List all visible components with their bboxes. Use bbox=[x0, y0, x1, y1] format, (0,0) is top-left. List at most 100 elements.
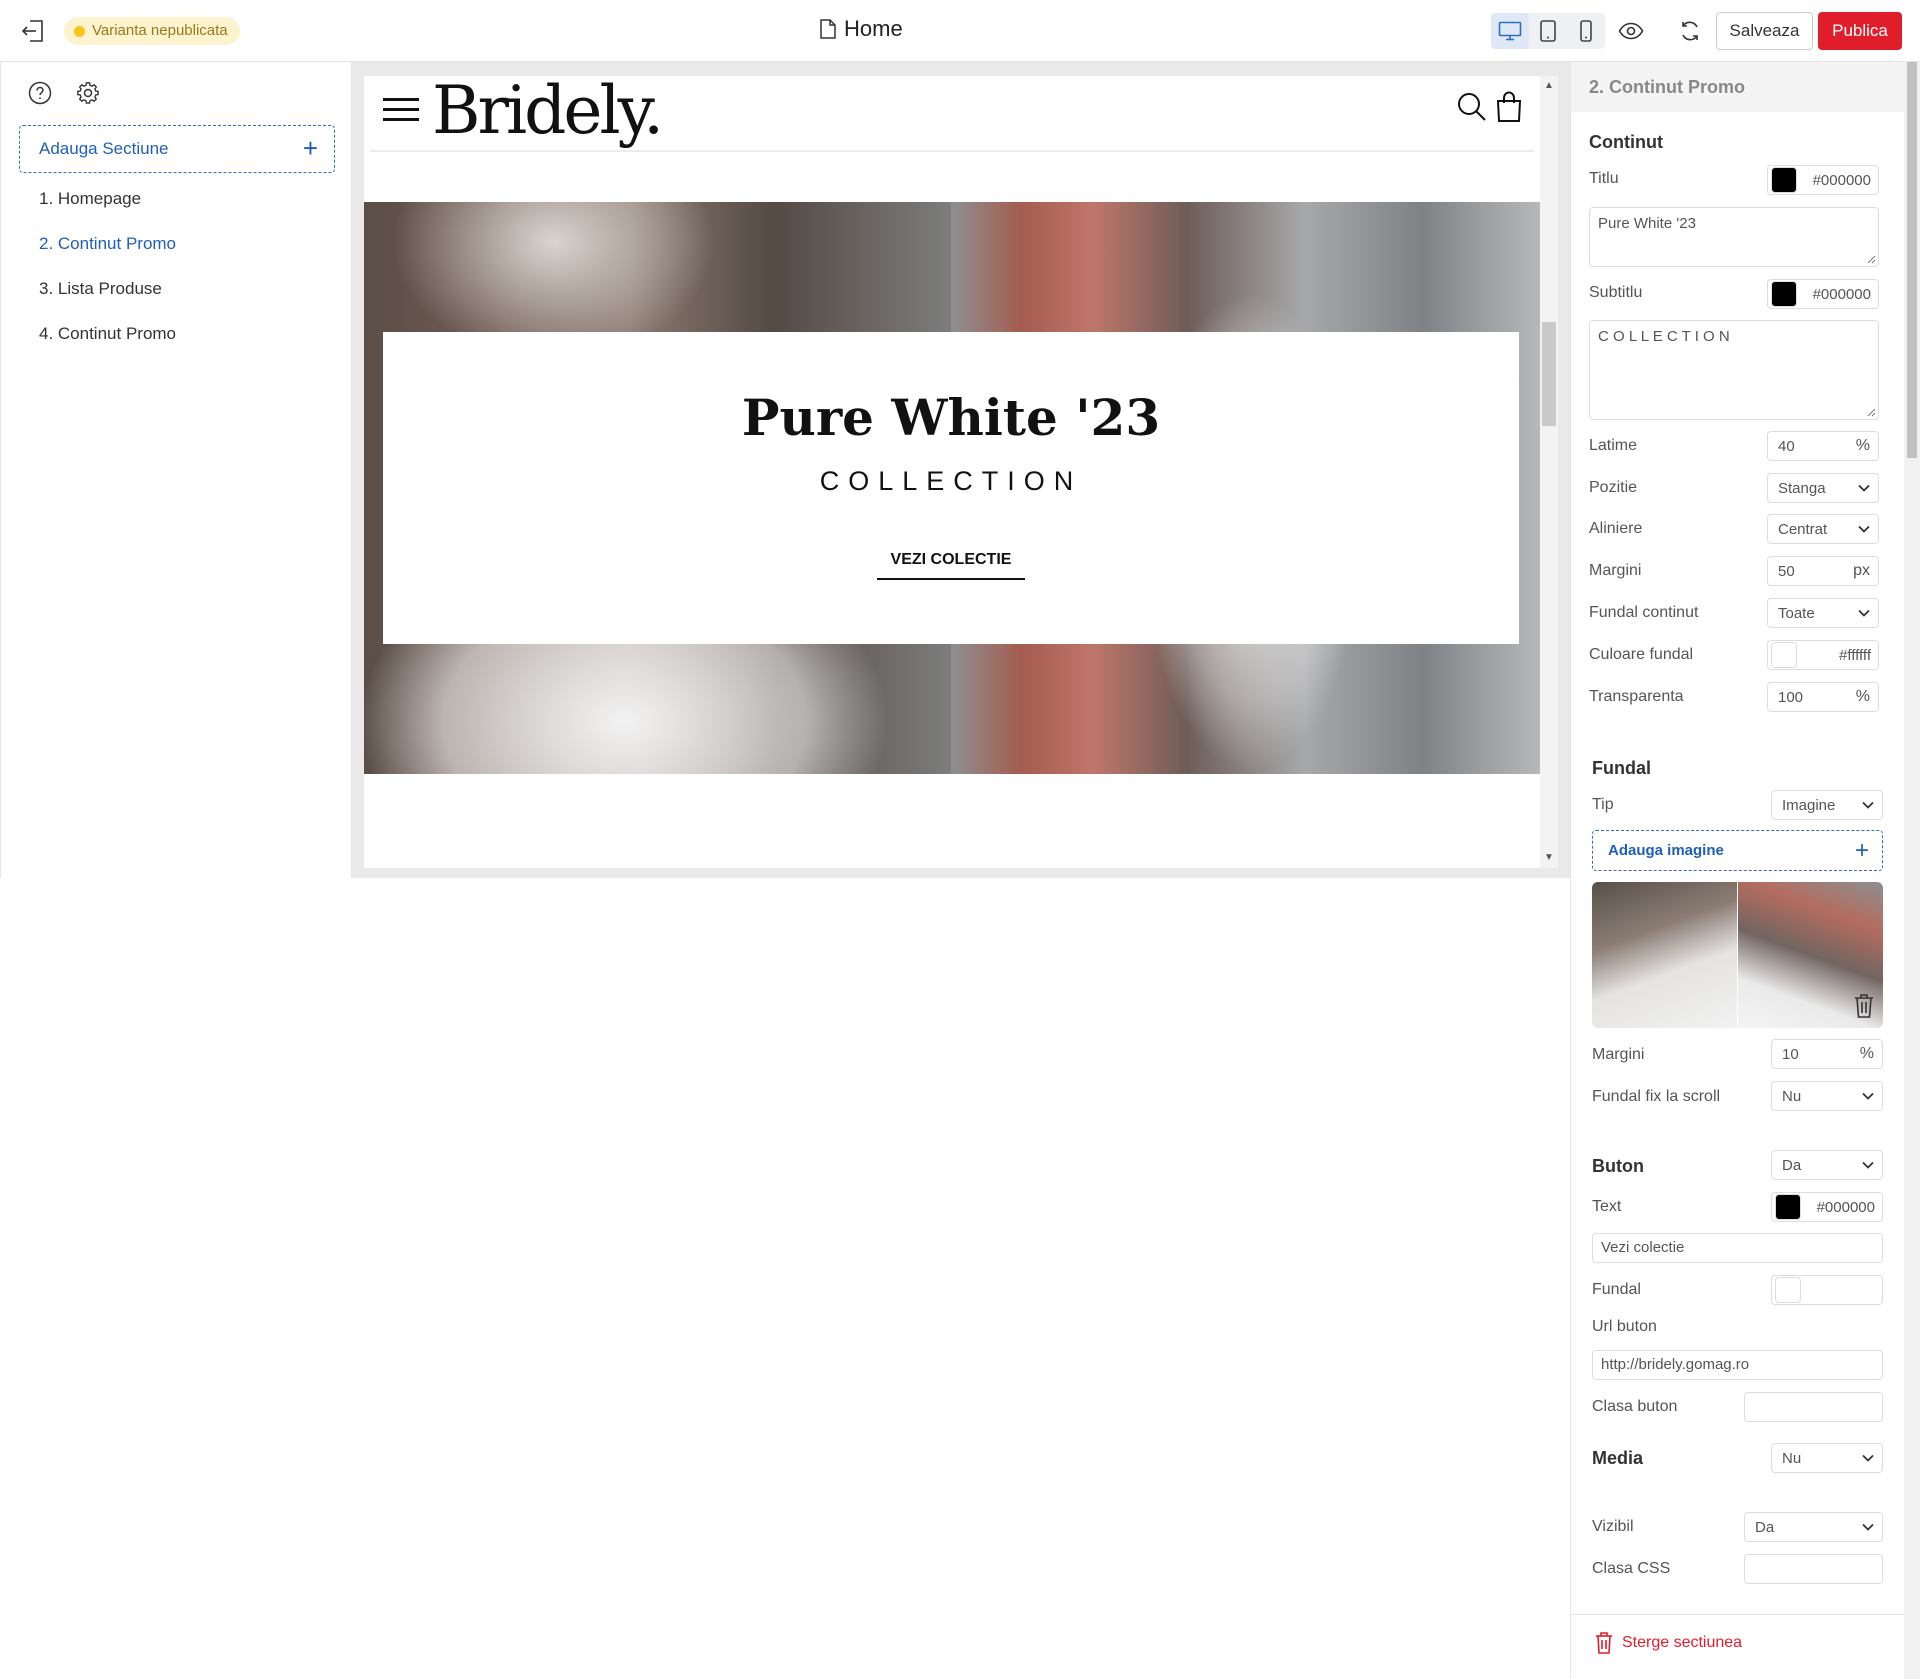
button-bg-color-picker[interactable] bbox=[1771, 1275, 1883, 1305]
status-badge: Varianta nepublicata bbox=[64, 17, 240, 45]
save-button[interactable]: Salveaza bbox=[1716, 12, 1813, 50]
sidebar-item-continut-promo[interactable]: 2. Continut Promo bbox=[39, 227, 176, 272]
position-label: Pozitie bbox=[1589, 479, 1638, 496]
publish-button[interactable]: Publica bbox=[1818, 12, 1902, 50]
resize-grip-icon[interactable] bbox=[1867, 255, 1876, 264]
margins-label: Margini bbox=[1589, 562, 1642, 579]
button-text-label: Text bbox=[1592, 1198, 1622, 1215]
sidebar-tools bbox=[27, 80, 101, 106]
promo-cta-button[interactable]: VEZI COLECTIE bbox=[877, 544, 1025, 580]
desktop-view-icon[interactable] bbox=[1491, 13, 1529, 49]
bg-type-select[interactable]: Imagine bbox=[1771, 790, 1883, 820]
chevron-down-icon bbox=[1858, 484, 1870, 492]
section-list: 1. Homepage 2. Continut Promo 3. Lista P… bbox=[39, 182, 176, 362]
promo-hero: Pure White '23 COLLECTION VEZI COLECTIE bbox=[364, 202, 1540, 774]
sidebar-item-continut-promo-2[interactable]: 4. Continut Promo bbox=[39, 317, 176, 362]
title-textarea[interactable]: Pure White '23 bbox=[1589, 207, 1879, 267]
button-heading: Buton bbox=[1592, 1156, 1644, 1176]
media-heading: Media bbox=[1592, 1448, 1644, 1468]
site-header: Bridely. bbox=[364, 76, 1540, 152]
align-select[interactable]: Centrat bbox=[1767, 514, 1879, 544]
fixed-bg-label: Fundal fix la scroll bbox=[1592, 1088, 1721, 1105]
chevron-down-icon bbox=[1862, 1523, 1874, 1531]
trash-icon bbox=[1596, 1632, 1612, 1654]
top-bar: Varianta nepublicata Home Salveaza Publi… bbox=[0, 0, 1920, 62]
page-title: Home bbox=[844, 16, 903, 41]
exit-icon[interactable] bbox=[18, 16, 48, 46]
align-label: Aliniere bbox=[1589, 520, 1643, 537]
subtitle-color-picker[interactable]: #000000 bbox=[1767, 279, 1879, 309]
hamburger-menu-icon[interactable] bbox=[383, 96, 419, 124]
button-text-color-picker[interactable]: #000000 bbox=[1771, 1192, 1883, 1222]
content-bg-select[interactable]: Toate bbox=[1767, 598, 1879, 628]
subtitle-color-swatch bbox=[1771, 281, 1797, 307]
width-label: Latime bbox=[1589, 437, 1638, 454]
background-heading: Fundal bbox=[1592, 758, 1651, 778]
sidebar-item-lista-produse[interactable]: 3. Lista Produse bbox=[39, 272, 176, 317]
button-url-label: Url buton bbox=[1592, 1318, 1657, 1335]
preview-scrollbar[interactable]: ▲ ▼ bbox=[1540, 76, 1558, 868]
search-icon[interactable] bbox=[1457, 91, 1487, 123]
bg-margins-label: Margini bbox=[1592, 1046, 1645, 1063]
gear-icon[interactable] bbox=[75, 80, 101, 106]
button-class-input[interactable] bbox=[1744, 1392, 1883, 1422]
panel-divider bbox=[1571, 1614, 1904, 1615]
delete-image-icon[interactable] bbox=[1852, 992, 1876, 1020]
css-class-label: Clasa CSS bbox=[1592, 1560, 1671, 1577]
visible-select[interactable]: Da bbox=[1744, 1512, 1883, 1542]
panel-scroll-thumb[interactable] bbox=[1907, 62, 1917, 458]
tablet-view-icon[interactable] bbox=[1529, 13, 1567, 49]
mobile-view-icon[interactable] bbox=[1567, 13, 1605, 49]
add-section-button[interactable]: Adauga Sectiune + bbox=[19, 125, 335, 173]
chevron-down-icon bbox=[1862, 1161, 1874, 1169]
header-divider bbox=[370, 150, 1534, 152]
sync-icon[interactable] bbox=[1675, 16, 1705, 46]
subtitle-label: Subtitlu bbox=[1589, 284, 1643, 301]
content-heading: Continut bbox=[1589, 132, 1663, 152]
button-enabled-select[interactable]: Da bbox=[1771, 1150, 1883, 1180]
preview-scroll-thumb[interactable] bbox=[1542, 322, 1556, 426]
media-select[interactable]: Nu bbox=[1771, 1443, 1883, 1473]
scroll-up-icon[interactable]: ▲ bbox=[1544, 80, 1554, 91]
site-logo[interactable]: Bridely. bbox=[432, 76, 664, 149]
margins-input[interactable]: 50 px bbox=[1767, 556, 1879, 586]
help-icon[interactable] bbox=[27, 80, 53, 106]
resize-grip-icon[interactable] bbox=[1867, 408, 1876, 417]
background-image-thumbnail bbox=[1592, 882, 1883, 1028]
plus-icon: + bbox=[302, 133, 318, 163]
bg-margins-input[interactable]: 10 % bbox=[1771, 1039, 1883, 1069]
fixed-bg-select[interactable]: Nu bbox=[1771, 1081, 1883, 1111]
promo-title: Pure White '23 bbox=[741, 388, 1161, 447]
title-color-picker[interactable]: #000000 bbox=[1767, 165, 1879, 195]
width-input[interactable]: 40 % bbox=[1767, 431, 1879, 461]
bg-color-swatch bbox=[1771, 642, 1797, 668]
shopping-bag-icon[interactable] bbox=[1495, 91, 1523, 123]
bg-type-label: Tip bbox=[1592, 796, 1614, 813]
bg-color-picker[interactable]: #ffffff bbox=[1767, 640, 1879, 670]
content-bg-label: Fundal continut bbox=[1589, 604, 1699, 621]
position-select[interactable]: Stanga bbox=[1767, 473, 1879, 503]
sidebar-item-homepage[interactable]: 1. Homepage bbox=[39, 182, 176, 227]
button-class-label: Clasa buton bbox=[1592, 1398, 1678, 1415]
visible-label: Vizibil bbox=[1592, 1518, 1634, 1535]
css-class-input[interactable] bbox=[1744, 1554, 1883, 1584]
add-image-button[interactable]: Adauga imagine + bbox=[1592, 830, 1883, 871]
status-dot-icon bbox=[74, 26, 85, 37]
page-title-wrap: Home bbox=[820, 14, 903, 44]
document-icon bbox=[820, 19, 836, 39]
button-bg-label: Fundal bbox=[1592, 1281, 1641, 1298]
chevron-down-icon bbox=[1858, 609, 1870, 617]
title-label: Titlu bbox=[1589, 170, 1619, 187]
preview-frame: Bridely. Pure White '23 COLLECTION VEZI … bbox=[364, 76, 1540, 868]
scroll-down-icon[interactable]: ▼ bbox=[1544, 852, 1554, 863]
button-text-input[interactable]: Vezi colectie bbox=[1592, 1233, 1883, 1263]
preview-eye-icon[interactable] bbox=[1616, 16, 1646, 46]
chevron-down-icon bbox=[1858, 525, 1870, 533]
transparency-input[interactable]: 100 % bbox=[1767, 682, 1879, 712]
subtitle-textarea[interactable]: C O L L E C T I O N bbox=[1589, 320, 1879, 420]
panel-scrollbar[interactable] bbox=[1904, 62, 1920, 1679]
plus-icon: + bbox=[1854, 837, 1869, 864]
delete-section-button[interactable]: Sterge sectiunea bbox=[1594, 1628, 1742, 1658]
button-url-input[interactable]: http://bridely.gomag.ro bbox=[1592, 1350, 1883, 1380]
chevron-down-icon bbox=[1862, 1092, 1874, 1100]
